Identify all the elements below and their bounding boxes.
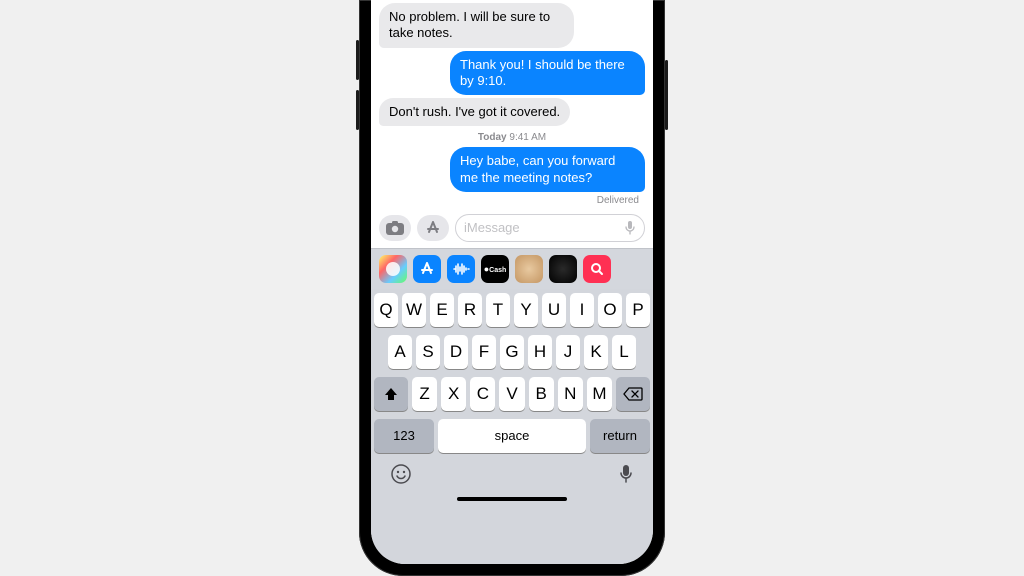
message-row: Thank you! I should be there by 9:10.	[379, 51, 645, 96]
message-bubble-outgoing[interactable]: Thank you! I should be there by 9:10.	[450, 51, 645, 96]
key-d[interactable]: D	[444, 335, 468, 369]
key-h[interactable]: H	[528, 335, 552, 369]
key-space[interactable]: space	[438, 419, 586, 453]
imessage-app-strip[interactable]: ●Cash	[371, 248, 653, 289]
key-l[interactable]: L	[612, 335, 636, 369]
microphone-icon	[618, 463, 634, 485]
key-r[interactable]: R	[458, 293, 482, 327]
appstore-icon	[425, 220, 441, 236]
power-button[interactable]	[665, 60, 668, 130]
timestamp-day: Today	[478, 132, 507, 143]
app-audio[interactable]	[447, 255, 475, 283]
app-apple-cash[interactable]: ●Cash	[481, 255, 509, 283]
timestamp-label: Today 9:41 AM	[379, 132, 645, 143]
delivered-status: Delivered	[379, 195, 645, 206]
key-123[interactable]: 123	[374, 419, 434, 453]
message-placeholder: iMessage	[464, 220, 520, 235]
key-z[interactable]: Z	[412, 377, 437, 411]
key-n[interactable]: N	[558, 377, 583, 411]
keyboard-row-4: 123 space return	[374, 419, 650, 453]
home-indicator[interactable]	[457, 497, 567, 501]
timestamp-time: 9:41 AM	[509, 132, 546, 143]
emoji-button[interactable]	[390, 463, 412, 485]
app-store[interactable]	[413, 255, 441, 283]
key-s[interactable]: S	[416, 335, 440, 369]
waveform-icon	[452, 262, 470, 276]
message-row: Don't rush. I've got it covered.	[379, 98, 645, 126]
shift-icon	[383, 386, 399, 402]
photos-icon	[384, 260, 402, 278]
search-icon	[589, 261, 605, 277]
app-memoji-2[interactable]	[549, 255, 577, 283]
key-b[interactable]: B	[529, 377, 554, 411]
key-m[interactable]: M	[587, 377, 612, 411]
key-q[interactable]: Q	[374, 293, 398, 327]
app-memoji-1[interactable]	[515, 255, 543, 283]
message-bubble-incoming[interactable]: Don't rush. I've got it covered.	[379, 98, 570, 126]
compose-bar: iMessage	[371, 210, 653, 248]
key-o[interactable]: O	[598, 293, 622, 327]
key-y[interactable]: Y	[514, 293, 538, 327]
key-p[interactable]: P	[626, 293, 650, 327]
key-g[interactable]: G	[500, 335, 524, 369]
dictation-button[interactable]	[618, 463, 634, 485]
message-row: Hey babe, can you forward me the meeting…	[379, 147, 645, 192]
key-u[interactable]: U	[542, 293, 566, 327]
dictate-inline-button[interactable]	[624, 220, 636, 236]
emoji-icon	[390, 463, 412, 485]
app-drawer-button[interactable]	[417, 215, 449, 241]
key-x[interactable]: X	[441, 377, 466, 411]
key-i[interactable]: I	[570, 293, 594, 327]
screen: No problem. I will be sure to take notes…	[371, 0, 653, 564]
keyboard-row-3: Z X C V B N M	[374, 377, 650, 411]
key-v[interactable]: V	[499, 377, 524, 411]
phone-frame: No problem. I will be sure to take notes…	[359, 0, 665, 576]
message-row: No problem. I will be sure to take notes…	[379, 3, 645, 48]
message-bubble-incoming[interactable]: No problem. I will be sure to take notes…	[379, 3, 574, 48]
backspace-icon	[623, 387, 643, 401]
appstore-icon	[419, 261, 435, 277]
keyboard: Q W E R T Y U I O P A S D F G H J K L	[371, 289, 653, 564]
keyboard-row-1: Q W E R T Y U I O P	[374, 293, 650, 327]
camera-button[interactable]	[379, 215, 411, 241]
message-bubble-outgoing[interactable]: Hey babe, can you forward me the meeting…	[450, 147, 645, 192]
key-backspace[interactable]	[616, 377, 650, 411]
apple-cash-label: ●Cash	[484, 264, 507, 274]
key-return[interactable]: return	[590, 419, 650, 453]
camera-icon	[386, 221, 404, 235]
app-photos[interactable]	[379, 255, 407, 283]
keyboard-row-2: A S D F G H J K L	[374, 335, 650, 369]
key-a[interactable]: A	[388, 335, 412, 369]
key-e[interactable]: E	[430, 293, 454, 327]
key-shift[interactable]	[374, 377, 408, 411]
volume-up-button[interactable]	[356, 40, 359, 80]
conversation-thread[interactable]: No problem. I will be sure to take notes…	[371, 0, 653, 210]
key-c[interactable]: C	[470, 377, 495, 411]
microphone-icon	[624, 220, 636, 236]
key-f[interactable]: F	[472, 335, 496, 369]
key-j[interactable]: J	[556, 335, 580, 369]
app-find[interactable]	[583, 255, 611, 283]
volume-down-button[interactable]	[356, 90, 359, 130]
key-k[interactable]: K	[584, 335, 608, 369]
key-t[interactable]: T	[486, 293, 510, 327]
key-w[interactable]: W	[402, 293, 426, 327]
keyboard-bottom-bar	[374, 461, 650, 485]
message-input[interactable]: iMessage	[455, 214, 645, 242]
